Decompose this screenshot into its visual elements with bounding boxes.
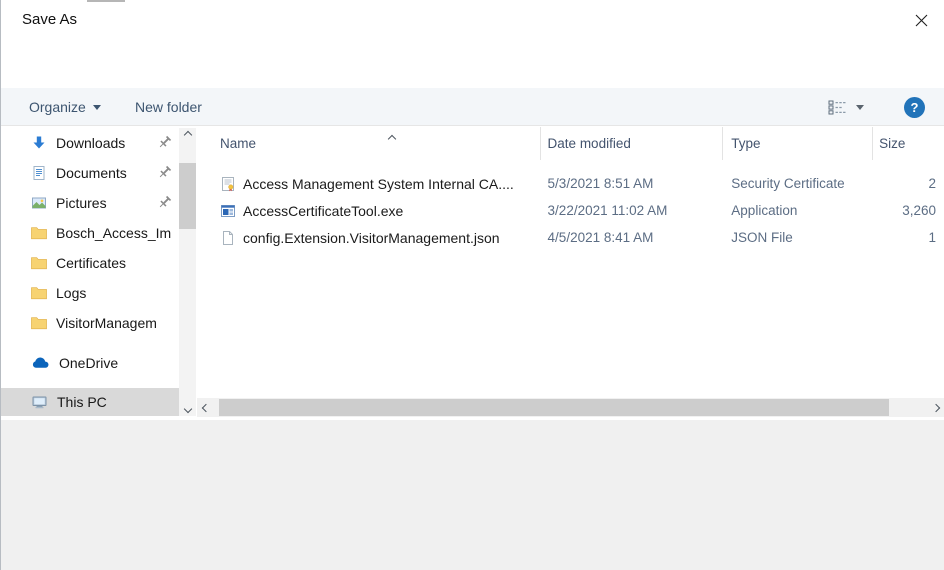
- close-button[interactable]: [908, 7, 934, 33]
- main-area: Downloads Documents: [1, 127, 944, 420]
- file-type: Application: [723, 203, 873, 218]
- file-type: Security Certificate: [723, 176, 873, 191]
- onedrive-icon: [31, 357, 50, 369]
- scroll-up-button[interactable]: [179, 128, 196, 142]
- documents-icon: [31, 165, 47, 181]
- horizontal-scrollbar[interactable]: [197, 398, 944, 417]
- folder-icon: [31, 256, 47, 270]
- organize-button[interactable]: Organize: [29, 88, 101, 126]
- chevron-up-icon: [183, 131, 191, 139]
- folder-icon: [31, 226, 47, 240]
- file-size: 1: [873, 230, 944, 245]
- file-date: 4/5/2021 8:41 AM: [541, 230, 724, 245]
- save-as-dialog: Save As: [0, 0, 944, 570]
- file-row[interactable]: Access Management System Internal CA....…: [197, 170, 944, 197]
- scroll-left-button[interactable]: [197, 398, 214, 417]
- scrollbar-thumb[interactable]: [219, 399, 889, 416]
- column-header-type[interactable]: Type: [723, 127, 873, 160]
- file-rows: Access Management System Internal CA....…: [197, 170, 944, 251]
- file-name: Access Management System Internal CA....: [243, 176, 514, 192]
- new-folder-label: New folder: [135, 99, 202, 115]
- file-size: 2: [873, 176, 944, 191]
- folder-icon: [31, 316, 47, 330]
- views-button[interactable]: [828, 88, 847, 126]
- help-button[interactable]: ?: [904, 97, 925, 118]
- caret-down-icon: [93, 105, 101, 110]
- certificate-icon: [220, 176, 236, 192]
- folder-icon: [31, 286, 47, 300]
- dialog-title: Save As: [22, 11, 77, 28]
- scroll-down-button[interactable]: [179, 402, 196, 416]
- this-pc-icon: [31, 394, 48, 410]
- background-window-sliver: [87, 0, 125, 2]
- file-date: 5/3/2021 8:51 AM: [541, 176, 724, 191]
- file-name: AccessCertificateTool.exe: [243, 203, 403, 219]
- sidebar-scrollbar[interactable]: [179, 128, 196, 416]
- file-type: JSON File: [723, 230, 873, 245]
- sidebar-item-certificates[interactable]: Certificates: [1, 248, 179, 278]
- chevron-left-icon: [201, 403, 209, 411]
- pin-icon[interactable]: [157, 135, 172, 150]
- sidebar-item-pictures[interactable]: Pictures: [1, 188, 179, 218]
- file-size: 3,260: [873, 203, 944, 218]
- scrollbar-thumb[interactable]: [179, 163, 196, 229]
- form-panel: File name: Folder Selection. Save as typ…: [1, 420, 944, 570]
- chevron-down-icon: [183, 405, 191, 413]
- sidebar-item-logs[interactable]: Logs: [1, 278, 179, 308]
- title-bar: Save As: [1, 0, 944, 42]
- pictures-icon: [31, 195, 47, 211]
- pin-icon[interactable]: [157, 195, 172, 210]
- command-toolbar: Organize New folder ?: [1, 88, 944, 126]
- sidebar-item-downloads[interactable]: Downloads: [1, 128, 179, 158]
- file-date: 3/22/2021 11:02 AM: [541, 203, 724, 218]
- column-header-size[interactable]: Size: [873, 127, 944, 160]
- sidebar-item-onedrive[interactable]: OneDrive: [1, 348, 179, 378]
- sort-ascending-icon: [389, 129, 395, 147]
- sidebar-item-visitor-management[interactable]: VisitorManagem: [1, 308, 179, 338]
- sidebar-item-documents[interactable]: Documents: [1, 158, 179, 188]
- pin-icon[interactable]: [157, 165, 172, 180]
- json-file-icon: [220, 230, 236, 246]
- views-dropdown-button[interactable]: [856, 88, 864, 126]
- caret-down-icon: [856, 105, 864, 110]
- details-view-icon: [828, 100, 847, 115]
- column-header-row: Name Date modified Type Size: [197, 127, 944, 160]
- file-row[interactable]: AccessCertificateTool.exe 3/22/2021 11:0…: [197, 197, 944, 224]
- chevron-right-icon: [931, 403, 939, 411]
- file-list: Name Date modified Type Size Access: [197, 127, 944, 420]
- navigation-pane: Downloads Documents: [1, 127, 179, 420]
- sidebar-item-bosch-access[interactable]: Bosch_Access_Im: [1, 218, 179, 248]
- sidebar-item-this-pc[interactable]: This PC: [1, 388, 179, 416]
- scroll-right-button[interactable]: [927, 398, 944, 417]
- help-label: ?: [911, 100, 919, 115]
- file-row[interactable]: config.Extension.VisitorManagement.json …: [197, 224, 944, 251]
- downloads-icon: [31, 135, 47, 151]
- column-header-name[interactable]: Name: [197, 127, 541, 160]
- close-icon: [914, 13, 929, 28]
- navigation-bar: « Access Management System Certificates: [1, 44, 944, 82]
- application-icon: [220, 203, 236, 219]
- organize-label: Organize: [29, 99, 86, 115]
- column-header-date-modified[interactable]: Date modified: [541, 127, 724, 160]
- file-name: config.Extension.VisitorManagement.json: [243, 230, 500, 246]
- new-folder-button[interactable]: New folder: [135, 88, 202, 126]
